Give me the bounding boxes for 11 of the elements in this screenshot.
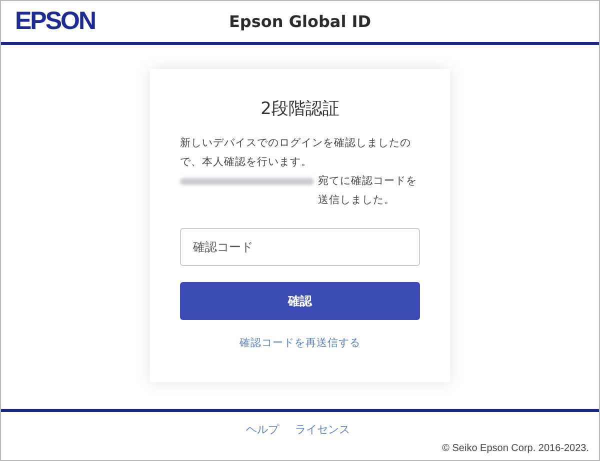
resend-code-link[interactable]: 確認コードを再送信する bbox=[240, 336, 360, 350]
code-input-field[interactable]: 確認コード bbox=[180, 228, 420, 266]
copyright-text: © Seiko Epson Corp. 2016-2023. bbox=[442, 443, 589, 454]
confirm-button[interactable]: 確認 bbox=[180, 282, 420, 320]
epson-logo: EPSON bbox=[15, 7, 96, 36]
page-title: Epson Global ID bbox=[228, 12, 371, 31]
footer-link[interactable]: ライセンス bbox=[295, 422, 350, 437]
info-message: 新しいデバイスでのログインを確認しましたので、本人確認を行います。 bbox=[180, 136, 412, 170]
sent-notice: 宛てに確認コードを送信しました。 bbox=[318, 174, 418, 208]
card-heading: 2段階認証 bbox=[260, 98, 340, 120]
footer-link[interactable]: ヘルプ bbox=[246, 422, 279, 437]
